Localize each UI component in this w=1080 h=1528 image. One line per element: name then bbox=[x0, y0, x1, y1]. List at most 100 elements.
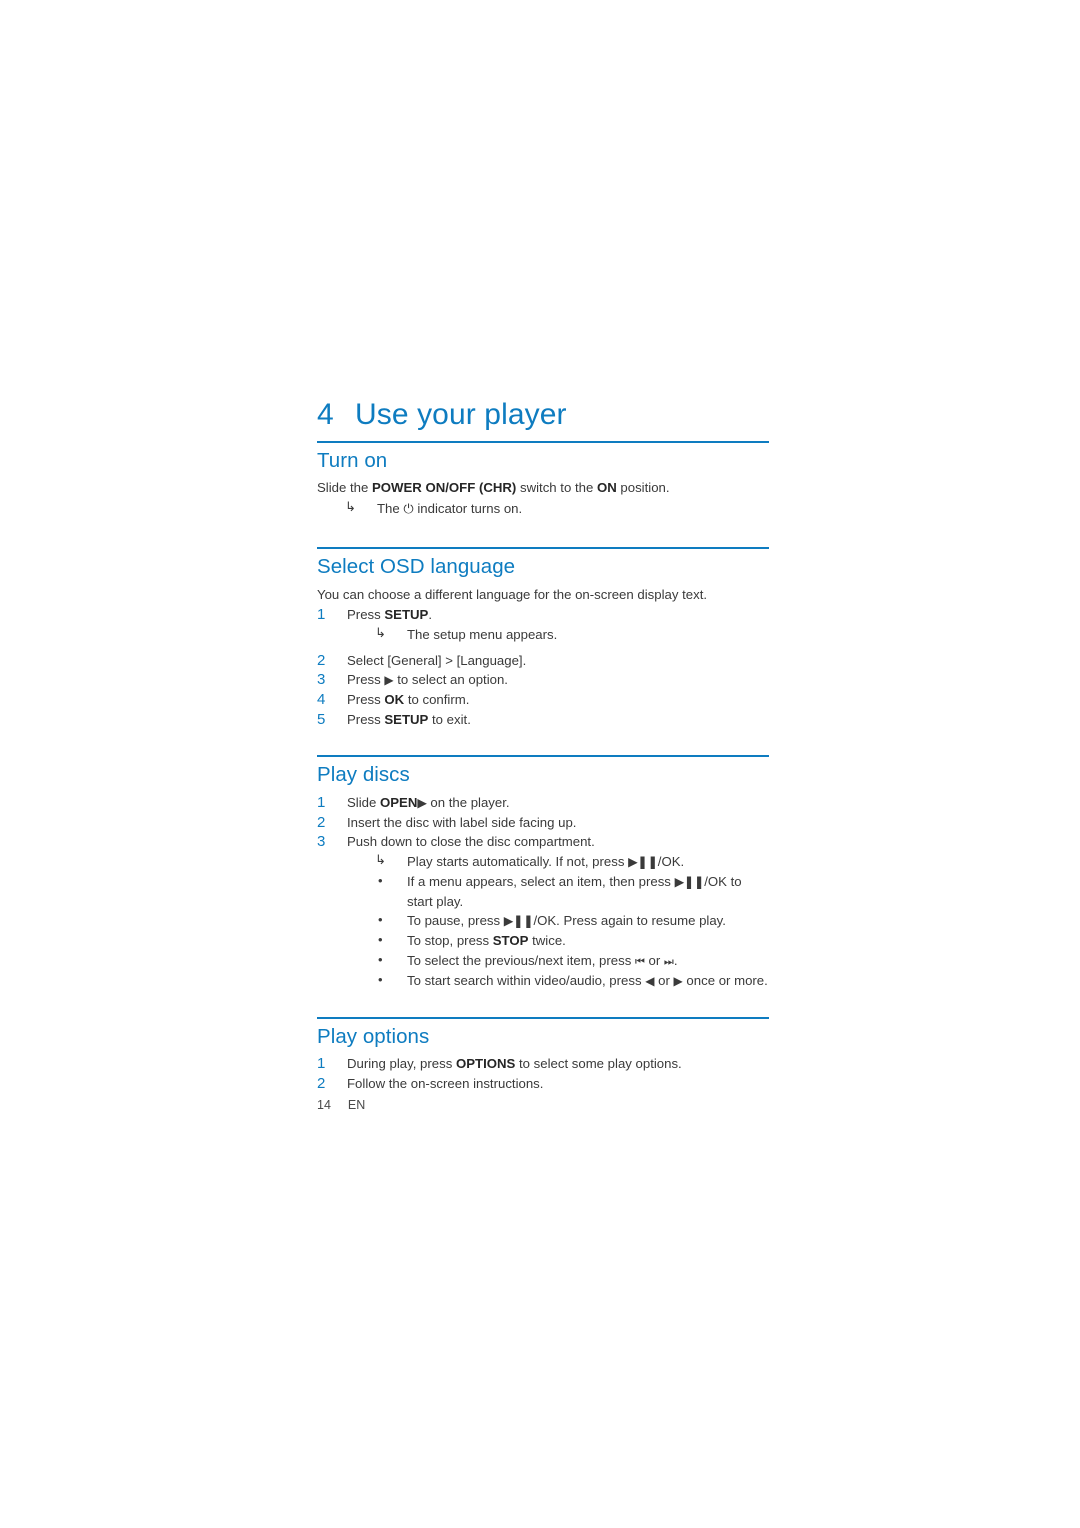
bullet-mid: or bbox=[644, 953, 664, 969]
turn-on-intro-suffix: position. bbox=[616, 480, 670, 496]
section-heading-play-discs: Play discs bbox=[317, 763, 410, 787]
result-prefix: Play starts automatically. If not, press bbox=[407, 854, 629, 870]
bullet-dot-icon: • bbox=[378, 872, 383, 888]
setup-key-label: SETUP bbox=[384, 711, 429, 727]
turn-on-intro-mid: switch to the bbox=[516, 480, 597, 496]
step-item: 5 Press SETUP to exit. bbox=[317, 710, 769, 730]
bullet-suffix: /OK. Press again to resume play. bbox=[533, 913, 726, 929]
step-prefix: Slide bbox=[347, 795, 380, 811]
section-play-discs: Play discs 1 Slide OPEN▶ on the player. 2… bbox=[317, 755, 769, 990]
chapter-title-text: Use your player bbox=[355, 398, 567, 431]
document-page: 4 Use your player Turn on Slide the POWE… bbox=[0, 0, 1080, 1528]
bullet-dot-icon: • bbox=[378, 952, 383, 968]
step-prefix: Press bbox=[347, 692, 385, 708]
play-pause-icon: ▶❚❚ bbox=[628, 854, 658, 870]
step-suffix: to confirm. bbox=[404, 692, 470, 708]
bullet-suffix: . bbox=[673, 953, 678, 969]
step-text: Insert the disc with label side facing u… bbox=[347, 814, 577, 830]
turn-on-intro: Slide the POWER ON/OFF (CHR) switch to t… bbox=[317, 478, 769, 497]
section-turn-on: Turn on Slide the POWER ON/OFF (CHR) swi… bbox=[317, 440, 769, 520]
step-number: 3 bbox=[317, 833, 326, 851]
bullet-suffix: once or more. bbox=[682, 972, 768, 988]
step1-results: ↳ The setup menu appears. bbox=[347, 625, 769, 645]
osd-intro: You can choose a different language for … bbox=[317, 586, 708, 602]
play-discs-result: ↳ Play starts automatically. If not, pres… bbox=[347, 852, 769, 872]
result-suffix: /OK. bbox=[657, 854, 685, 870]
step-text: Follow the on-screen instructions. bbox=[347, 1075, 544, 1091]
section-heading-select-osd-language: Select OSD language bbox=[317, 555, 516, 579]
step-item: 3 Press ▶ to select an option. bbox=[317, 670, 769, 690]
step-suffix: to exit. bbox=[428, 711, 471, 727]
play-discs-steps: 1 Slide OPEN▶ on the player. 2 Insert the … bbox=[317, 793, 769, 991]
bullet-prefix: To select the previous/next item, press bbox=[407, 953, 635, 969]
power-standby-icon: ⏻ bbox=[403, 501, 414, 517]
play-discs-bullets: • If a menu appears, select an item, then… bbox=[347, 872, 769, 991]
step-number: 2 bbox=[317, 1074, 326, 1092]
turn-on-result-suffix: indicator turns on. bbox=[413, 500, 523, 516]
footer-page-number: 14 bbox=[317, 1098, 331, 1112]
step-item: 1 Slide OPEN▶ on the player. bbox=[317, 793, 769, 813]
result-arrow-icon: ↳ bbox=[375, 853, 386, 869]
bullet-item: • To start search within video/audio, pre… bbox=[347, 971, 769, 991]
right-arrow-icon: ▶ bbox=[417, 795, 427, 811]
section-rule bbox=[317, 1016, 769, 1019]
page-content: 4 Use your player Turn on Slide the POWE… bbox=[317, 398, 769, 1094]
bullet-prefix: To pause, press bbox=[407, 913, 504, 929]
ok-key-label: OK bbox=[384, 692, 405, 708]
step-item: 1 Press SETUP. ↳ The setup menu appears. bbox=[317, 605, 769, 644]
step-prefix: Press bbox=[347, 607, 385, 623]
section-play-options: Play options 1 During play, press OPTIONS… bbox=[317, 1016, 769, 1094]
result-arrow-icon: ↳ bbox=[375, 625, 386, 641]
step-prefix: Press bbox=[347, 672, 385, 688]
step-text: Select [General] > [Language]. bbox=[347, 652, 527, 668]
bullet-prefix: To start search within video/audio, pres… bbox=[407, 972, 646, 988]
stop-key-label: STOP bbox=[492, 933, 529, 949]
setup-key-label: SETUP bbox=[384, 607, 429, 623]
section-select-osd-language: Select OSD language You can choose a dif… bbox=[317, 547, 769, 729]
play-pause-icon: ▶❚❚ bbox=[674, 873, 705, 889]
chapter-number: 4 bbox=[317, 398, 334, 431]
play-pause-icon: ▶❚❚ bbox=[503, 913, 534, 929]
step-item: 2 Follow the on-screen instructions. bbox=[317, 1074, 769, 1094]
open-control-label: OPEN bbox=[380, 795, 418, 811]
step-suffix: . bbox=[428, 607, 433, 623]
step-number: 5 bbox=[317, 710, 326, 728]
bullet-prefix: To stop, press bbox=[407, 933, 493, 949]
step1-result-text: The setup menu appears. bbox=[407, 626, 558, 642]
footer-language-code: EN bbox=[347, 1098, 366, 1112]
bullet-prefix: If a menu appears, select an item, then … bbox=[407, 873, 675, 889]
turn-on-intro-prefix: Slide the bbox=[317, 480, 372, 496]
section-rule bbox=[317, 547, 769, 550]
turn-on-position-label: ON bbox=[596, 480, 617, 496]
turn-on-result-prefix: The bbox=[377, 500, 404, 516]
step-prefix: During play, press bbox=[347, 1056, 456, 1072]
bullet-mid: or bbox=[654, 972, 674, 988]
bullet-dot-icon: • bbox=[378, 912, 383, 928]
bullet-item: • To pause, press ▶❚❚/OK. Press again to … bbox=[347, 911, 769, 931]
play-options-steps: 1 During play, press OPTIONS to select so… bbox=[317, 1054, 769, 1093]
previous-track-icon: ⏮ bbox=[634, 955, 645, 969]
right-arrow-icon: ▶ bbox=[384, 673, 394, 688]
result-item: ↳ The ⏻ indicator turns on. bbox=[317, 499, 769, 520]
next-track-icon: ⏭ bbox=[663, 955, 674, 969]
chapter-title: 4 Use your player bbox=[317, 398, 769, 432]
section-heading-turn-on: Turn on bbox=[317, 448, 388, 472]
step-item: 1 During play, press OPTIONS to select so… bbox=[317, 1054, 769, 1074]
bullet-dot-icon: • bbox=[378, 971, 383, 987]
step-item: 4 Press OK to confirm. bbox=[317, 690, 769, 710]
right-arrow-icon: ▶ bbox=[673, 973, 683, 988]
section-rule bbox=[317, 755, 769, 758]
turn-on-power-switch-label: POWER ON/OFF (CHR) bbox=[372, 480, 517, 496]
step-suffix: to select an option. bbox=[393, 672, 508, 688]
step-item: 2 Select [General] > [Language]. bbox=[317, 651, 769, 671]
options-key-label: OPTIONS bbox=[455, 1056, 516, 1072]
page-footer: 14 EN bbox=[317, 1098, 365, 1112]
step-text: Push down to close the disc compartment. bbox=[347, 834, 595, 850]
bullet-item: • To select the previous/next item, press… bbox=[347, 951, 769, 971]
step-item: 2 Insert the disc with label side facing … bbox=[317, 813, 769, 833]
section-rule bbox=[317, 440, 769, 443]
step-suffix: to select some play options. bbox=[515, 1056, 682, 1072]
step-prefix: Press bbox=[347, 711, 385, 727]
turn-on-results: ↳ The ⏻ indicator turns on. bbox=[317, 499, 769, 520]
result-item: ↳ Play starts automatically. If not, pres… bbox=[347, 852, 769, 872]
